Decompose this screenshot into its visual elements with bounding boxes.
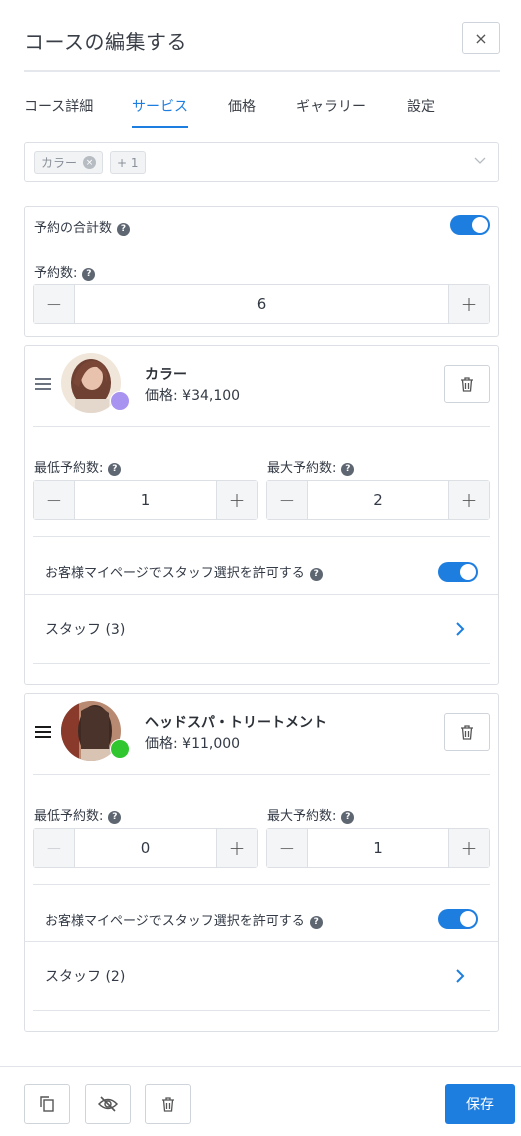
hide-button[interactable]	[85, 1084, 131, 1124]
divider	[33, 774, 490, 775]
booking-count-text: 予約数:	[34, 266, 78, 281]
tab-services[interactable]: サービス	[132, 96, 188, 128]
allow-staff-select-toggle[interactable]	[438, 562, 478, 582]
help-icon[interactable]: ?	[117, 222, 131, 236]
min-booking-value[interactable]: 1	[75, 481, 216, 519]
drag-handle-icon[interactable]	[35, 726, 51, 738]
staff-link[interactable]: スタッフ (3)	[45, 619, 125, 639]
status-dot	[110, 739, 130, 759]
service-price: 価格: ¥11,000	[145, 736, 241, 752]
duplicate-button[interactable]	[24, 1084, 70, 1124]
max-booking-value[interactable]: 1	[308, 829, 448, 867]
status-dot	[110, 391, 130, 411]
eye-off-icon	[98, 1096, 118, 1112]
chevron-down-icon[interactable]	[474, 154, 486, 166]
min-booking-label: 最低予約数:?	[34, 457, 122, 476]
drag-handle-icon[interactable]	[35, 378, 51, 390]
modal-header: コースの編集する ×	[24, 22, 500, 72]
min-booking-label: 最低予約数:?	[34, 805, 122, 824]
booking-total-toggle[interactable]	[450, 215, 490, 235]
divider	[25, 594, 498, 595]
chip-remove-icon[interactable]: ×	[83, 156, 97, 169]
decrement-button[interactable]: −	[267, 481, 308, 519]
divider	[33, 536, 490, 537]
booking-total-card: 予約の合計数? 予約数:? − 6 +	[24, 206, 499, 337]
service-card: カラー 価格: ¥34,100 最低予約数:? 最大予約数:? − 1 + − …	[24, 345, 499, 685]
allow-staff-select-label: お客様マイページでスタッフ選択を許可する?	[45, 910, 323, 929]
min-booking-stepper: − 1 +	[33, 480, 258, 520]
close-button[interactable]: ×	[462, 22, 500, 54]
booking-total-text: 予約の合計数	[34, 221, 113, 236]
increment-button[interactable]: +	[448, 829, 489, 867]
allow-staff-select-toggle[interactable]	[438, 909, 478, 929]
service-chip-color: カラー ×	[34, 151, 104, 174]
increment-button[interactable]: +	[216, 481, 257, 519]
delete-course-button[interactable]	[145, 1084, 191, 1124]
divider	[33, 1010, 490, 1011]
help-icon[interactable]: ?	[341, 810, 355, 824]
max-booking-label: 最大予約数:?	[267, 457, 355, 476]
staff-link[interactable]: スタッフ (2)	[45, 966, 125, 986]
trash-icon	[461, 724, 473, 740]
divider	[25, 941, 498, 942]
footer-bar: 保存	[0, 1066, 521, 1136]
tab-price[interactable]: 価格	[228, 96, 256, 128]
tab-bar: コース詳細 サービス 価格 ギャラリー 設定	[24, 96, 484, 128]
tab-settings[interactable]: 設定	[407, 96, 435, 128]
help-icon[interactable]: ?	[309, 915, 323, 929]
divider	[33, 426, 490, 427]
help-icon[interactable]: ?	[108, 462, 122, 476]
service-name: カラー	[145, 367, 187, 383]
help-icon[interactable]: ?	[341, 462, 355, 476]
max-booking-label: 最大予約数:?	[267, 805, 355, 824]
increment-button[interactable]: +	[448, 285, 489, 323]
max-booking-stepper: − 1 +	[266, 828, 490, 868]
service-price: 価格: ¥34,100	[145, 388, 241, 404]
max-booking-stepper: − 2 +	[266, 480, 490, 520]
service-chip-more: + 1	[110, 151, 146, 174]
divider	[33, 884, 490, 885]
decrement-button[interactable]: −	[34, 481, 75, 519]
min-booking-value[interactable]: 0	[75, 829, 216, 867]
help-icon[interactable]: ?	[108, 810, 122, 824]
delete-service-button[interactable]	[444, 713, 490, 751]
booking-count-value[interactable]: 6	[75, 285, 448, 323]
service-card: ヘッドスパ・トリートメント 価格: ¥11,000 最低予約数:? 最大予約数:…	[24, 693, 499, 1032]
increment-button[interactable]: +	[216, 829, 257, 867]
help-icon[interactable]: ?	[309, 567, 323, 581]
help-icon[interactable]: ?	[82, 267, 96, 281]
trash-icon	[461, 376, 473, 392]
decrement-button[interactable]: −	[34, 829, 75, 867]
max-booking-text: 最大予約数:	[267, 461, 337, 476]
decrement-button[interactable]: −	[34, 285, 75, 323]
allow-staff-select-text: お客様マイページでスタッフ選択を許可する	[45, 914, 305, 929]
max-booking-value[interactable]: 2	[308, 481, 448, 519]
trash-icon	[162, 1096, 174, 1112]
divider	[33, 663, 490, 664]
chip-label: カラー	[41, 156, 78, 170]
tab-course-details[interactable]: コース詳細	[24, 96, 93, 128]
tab-gallery[interactable]: ギャラリー	[296, 96, 366, 128]
chevron-right-icon[interactable]	[454, 968, 466, 984]
min-booking-text: 最低予約数:	[34, 809, 104, 824]
increment-button[interactable]: +	[448, 481, 489, 519]
min-booking-stepper: − 0 +	[33, 828, 258, 868]
booking-count-stepper: − 6 +	[33, 284, 490, 324]
booking-count-label: 予約数:?	[34, 262, 96, 281]
allow-staff-select-label: お客様マイページでスタッフ選択を許可する?	[45, 562, 323, 581]
save-button[interactable]: 保存	[445, 1084, 515, 1124]
booking-total-label: 予約の合計数?	[34, 217, 131, 236]
copy-icon	[40, 1096, 54, 1112]
page-title: コースの編集する	[24, 30, 187, 54]
delete-service-button[interactable]	[444, 365, 490, 403]
max-booking-text: 最大予約数:	[267, 809, 337, 824]
close-icon: ×	[474, 28, 488, 48]
service-select[interactable]: カラー × + 1	[24, 142, 499, 182]
chevron-right-icon[interactable]	[454, 621, 466, 637]
allow-staff-select-text: お客様マイページでスタッフ選択を許可する	[45, 566, 305, 581]
min-booking-text: 最低予約数:	[34, 461, 104, 476]
service-name: ヘッドスパ・トリートメント	[145, 715, 327, 731]
decrement-button[interactable]: −	[267, 829, 308, 867]
